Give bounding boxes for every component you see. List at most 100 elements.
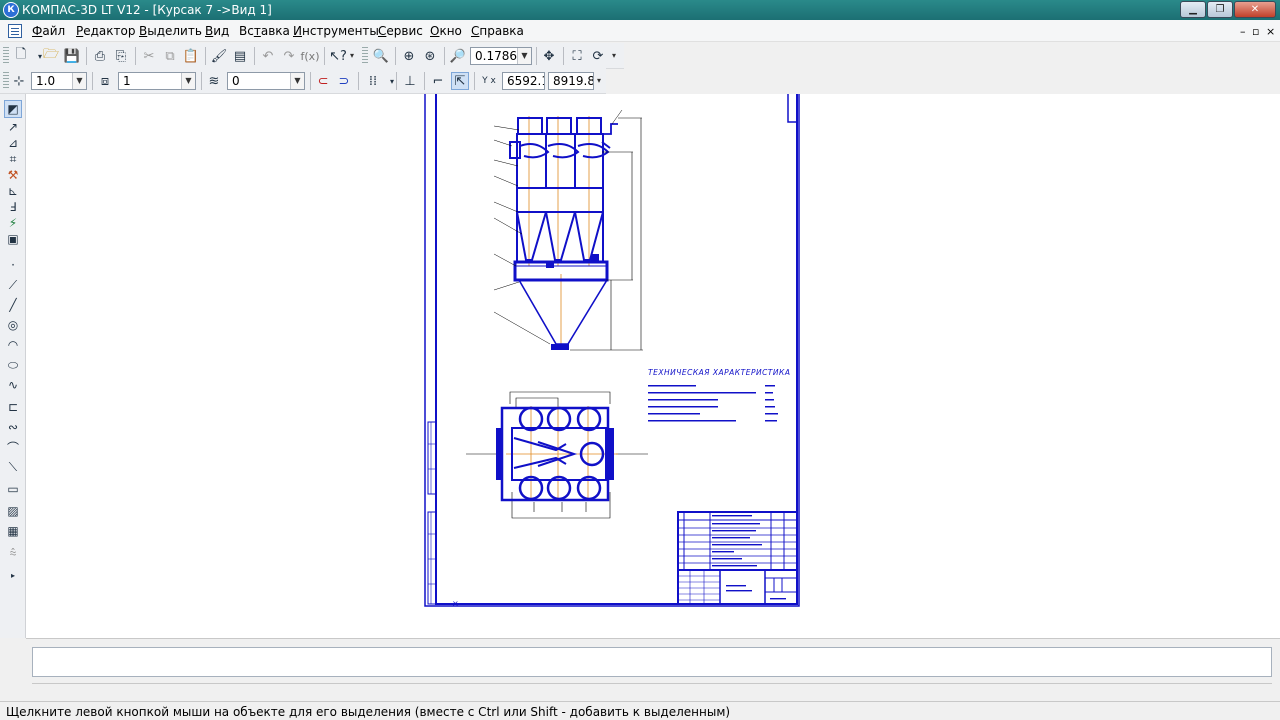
coord-x-field[interactable]: 6592.1: [502, 72, 545, 90]
function-icon[interactable]: f(x): [301, 47, 320, 65]
save-icon[interactable]: 💾: [63, 47, 81, 65]
toolbar-overflow-icon[interactable]: ▾: [612, 51, 620, 65]
menu-file[interactable]: Файл: [32, 24, 65, 38]
zoom-all-icon[interactable]: ⊛: [421, 47, 439, 65]
coords-label-icon: Y x: [482, 76, 496, 86]
pan-icon[interactable]: ✥: [540, 47, 558, 65]
drawing-canvas[interactable]: × ТЕХНИЧЕСКАЯ ХАРАКТЕРИСТИКА: [26, 94, 1280, 638]
undo-icon[interactable]: ↶: [259, 47, 277, 65]
auxiliary-line-icon[interactable]: ⟋: [4, 276, 22, 294]
chevron-down-icon[interactable]: ▼: [72, 73, 86, 89]
paste-icon[interactable]: 📋: [182, 47, 200, 65]
mdi-restore-icon[interactable]: ▫: [1252, 25, 1259, 38]
fillet-icon[interactable]: ⌒: [4, 438, 22, 456]
title-bar: К КОМПАС-3D LT V12 - [Курсак 7 ->Вид 1] …: [0, 0, 1280, 20]
geometry-panel-icon[interactable]: ◩: [4, 100, 22, 118]
toolbar-overflow-icon[interactable]: ▾: [597, 76, 605, 90]
grid-icon[interactable]: ⁞⁞: [364, 72, 382, 90]
style-combo[interactable]: 0 ▼: [227, 72, 305, 90]
current-state-toolbar: ⊹ 1.0 ▼ ⧈ 1 ▼ ≋ 0 ▼ ⊂ ⊃ ⁞⁞ ▾ ⊥ ⌐ ⇱ Y x 6…: [0, 68, 606, 94]
line-scale-combo[interactable]: 1.0 ▼: [31, 72, 87, 90]
panel-overflow-icon[interactable]: ▸: [4, 566, 22, 584]
toolbar-grip[interactable]: [362, 47, 368, 65]
copy-icon[interactable]: ⧉: [161, 47, 179, 65]
chamfer-icon[interactable]: ⟍: [4, 458, 22, 476]
properties-panel-field[interactable]: [32, 647, 1272, 677]
bezier-curve-icon[interactable]: ∾: [4, 418, 22, 436]
context-help-icon[interactable]: ↖?: [329, 47, 347, 65]
coord-y-field[interactable]: 8919.8: [548, 72, 594, 90]
reports-panel-icon[interactable]: ▣: [4, 230, 22, 248]
menu-edit[interactable]: Редактор: [76, 24, 135, 38]
layers-icon[interactable]: ⧈: [96, 72, 114, 90]
properties-panel: [26, 638, 1280, 700]
point-icon[interactable]: ·: [4, 256, 22, 274]
tech-title: ТЕХНИЧЕСКАЯ ХАРАКТЕРИСТИКА: [648, 368, 790, 377]
style-icon[interactable]: ≋: [205, 72, 223, 90]
grid-dropdown-icon[interactable]: ▾: [383, 72, 401, 90]
rectangle-icon[interactable]: ▭: [4, 480, 22, 498]
format-painter-icon[interactable]: 🖌: [210, 47, 228, 65]
layer-combo[interactable]: 1 ▼: [118, 72, 196, 90]
kompas-logo-icon: К: [3, 2, 19, 18]
open-folder-icon[interactable]: 🗁: [42, 47, 60, 65]
local-cs-icon[interactable]: ⊥: [401, 72, 419, 90]
line-scale-value: 1.0: [36, 74, 56, 88]
toolbar-overflow-icon[interactable]: ▾: [350, 51, 358, 65]
grid-step-icon[interactable]: ⊹: [10, 72, 28, 90]
contour-icon[interactable]: ▦: [4, 522, 22, 540]
print-preview-icon[interactable]: ⎙: [91, 47, 109, 65]
minimize-icon[interactable]: ▁: [1180, 1, 1206, 18]
arc-icon[interactable]: ◠: [4, 336, 22, 354]
mdi-close-icon[interactable]: ×: [1266, 25, 1275, 38]
compact-toolbar: ◩ ↗ ⊿ ⌗ ⚒ ⊾ Ⅎ ⚡ ▣ · ⟋ ╱ ◎ ◠ ⬭ ∿ ⊏ ∾ ⌒ ⟍ …: [0, 94, 26, 638]
new-document-icon[interactable]: 🗋: [12, 47, 30, 65]
print-icon[interactable]: ⎘: [112, 47, 130, 65]
status-bar: Щелкните левой кнопкой мыши на объекте д…: [0, 701, 1280, 720]
drawing-sheet: × ТЕХНИЧЕСКАЯ ХАРАКТЕРИСТИКА: [424, 94, 800, 608]
refresh-view-icon[interactable]: ⛶: [568, 47, 586, 65]
chevron-down-icon[interactable]: ▼: [290, 73, 304, 89]
equidistant-icon[interactable]: ⩯: [4, 544, 22, 562]
circle-icon[interactable]: ◎: [4, 316, 22, 334]
standard-toolbar: 🗋 ▾ 🗁 💾 ⎙ ⎘ ✂ ⧉ 📋 🖌 ▤ ↶ ↷ f(x) ↖? ▾ 🔍 ⊕ …: [0, 43, 624, 69]
snap-magnet-icon[interactable]: ⊂: [314, 72, 332, 90]
menu-insert[interactable]: Вставка: [239, 24, 290, 38]
menu-window[interactable]: Окно: [430, 24, 462, 38]
window-title: КОМПАС-3D LT V12 - [Курсак 7 ->Вид 1]: [22, 3, 272, 17]
status-hint: Щелкните левой кнопкой мыши на объекте д…: [6, 705, 731, 719]
menu-select[interactable]: Выделить: [139, 24, 202, 38]
ellipse-icon[interactable]: ⬭: [4, 356, 22, 374]
round-coords-icon[interactable]: ⇱: [451, 72, 469, 90]
menu-tools[interactable]: Инструменты: [293, 24, 379, 38]
layer-value: 1: [123, 74, 131, 88]
cut-icon[interactable]: ✂: [140, 47, 158, 65]
properties-icon[interactable]: ▤: [231, 47, 249, 65]
redraw-icon[interactable]: ⟳: [589, 47, 607, 65]
zoom-window-icon[interactable]: 🔍: [372, 47, 390, 65]
chevron-down-icon[interactable]: ▼: [181, 73, 195, 89]
maximize-icon[interactable]: ❐: [1207, 1, 1233, 18]
menu-view[interactable]: Вид: [205, 24, 229, 38]
zoom-in-icon[interactable]: ⊕: [400, 47, 418, 65]
segment-icon[interactable]: ╱: [4, 296, 22, 314]
local-snap-icon[interactable]: ⊃: [335, 72, 353, 90]
menu-help[interactable]: Справка: [471, 24, 524, 38]
document-icon[interactable]: [8, 24, 22, 38]
chevron-down-icon[interactable]: ▼: [517, 48, 531, 64]
hatch-icon[interactable]: ▨: [4, 502, 22, 520]
menu-service[interactable]: Сервис: [378, 24, 423, 38]
continuous-input-icon[interactable]: ∿: [4, 376, 22, 394]
mdi-minimize-icon[interactable]: –: [1240, 25, 1246, 38]
zoom-combo[interactable]: 0.1786 ▼: [470, 47, 532, 65]
redo-icon[interactable]: ↷: [280, 47, 298, 65]
ortho-mode-icon[interactable]: ⌐: [429, 72, 447, 90]
menu-bar: Файл Редактор Выделить Вид Вставка Инстр…: [0, 20, 1280, 42]
toolbar-grip[interactable]: [3, 72, 9, 90]
svg-text:×: ×: [452, 599, 459, 608]
close-icon[interactable]: ✕: [1234, 1, 1276, 18]
polyline-icon[interactable]: ⊏: [4, 398, 22, 416]
zoom-scale-icon[interactable]: 🔎: [449, 47, 467, 65]
toolbar-grip[interactable]: [3, 47, 9, 65]
zoom-value: 0.1786: [475, 49, 517, 63]
